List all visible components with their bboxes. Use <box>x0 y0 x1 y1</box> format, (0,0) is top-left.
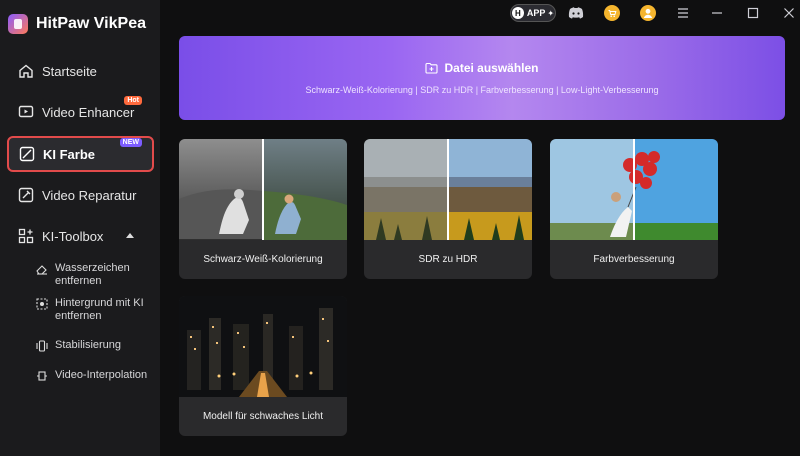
folder-add-icon <box>425 62 439 77</box>
card-label: Farbverbesserung <box>593 254 675 265</box>
banner-title: Datei auswählen <box>179 61 785 77</box>
color-brush-icon <box>19 146 35 162</box>
compare-divider <box>633 139 635 240</box>
interpolation-icon <box>36 370 48 382</box>
app-button[interactable]: H APP ✦ <box>510 4 556 22</box>
brand: HitPaw VikPea <box>8 14 146 34</box>
repair-icon <box>18 187 34 203</box>
card-farbverbesserung[interactable]: Farbverbesserung <box>550 139 718 279</box>
sub-item-label: Wasserzeichen entfernen <box>55 262 130 287</box>
sidebar: HitPaw VikPea Startseite Video Enhancer … <box>0 0 160 456</box>
card-thumbnail <box>179 296 347 397</box>
sidebar-item-video-reparatur[interactable]: Video Reparatur <box>8 178 152 212</box>
minimize-icon[interactable] <box>708 4 726 22</box>
chevron-up-icon[interactable] <box>126 233 134 238</box>
banner-title-text: Datei auswählen <box>444 61 539 75</box>
toolbox-icon <box>18 228 34 244</box>
background-remove-icon <box>36 298 48 310</box>
maximize-icon[interactable] <box>744 4 762 22</box>
app-logo-badge: H <box>511 7 524 19</box>
sidebar-item-startseite[interactable]: Startseite <box>8 54 152 88</box>
compare-divider <box>447 139 449 240</box>
menu-icon[interactable] <box>674 4 692 22</box>
title-bar: H APP ✦ <box>160 0 800 26</box>
close-icon[interactable] <box>780 4 798 22</box>
card-sdr-hdr[interactable]: SDR zu HDR <box>364 139 532 279</box>
hot-badge: Hot <box>124 96 142 105</box>
card-label: Schwarz-Weiß-Kolorierung <box>203 254 323 265</box>
home-icon <box>18 63 34 79</box>
sidebar-item-label: Video Reparatur <box>42 187 137 203</box>
app-logo-icon <box>8 14 28 34</box>
sidebar-item-label: KI Farbe <box>43 146 96 162</box>
sub-item-stabilisierung[interactable]: Stabilisierung <box>36 339 154 352</box>
discord-icon[interactable] <box>566 4 586 22</box>
card-label: Modell für schwaches Licht <box>202 411 324 422</box>
sidebar-item-ki-toolbox[interactable]: KI-Toolbox <box>8 219 152 253</box>
sub-item-label: Hintergrund mit KI entfernen <box>55 297 144 322</box>
video-enhancer-icon <box>18 104 34 120</box>
sub-item-wasserzeichen[interactable]: Wasserzeichen entfernen <box>36 262 154 288</box>
card-thumbnail <box>550 139 718 240</box>
card-label: SDR zu HDR <box>418 254 478 265</box>
app-name: HitPaw VikPea <box>36 15 146 32</box>
sub-item-label: Stabilisierung <box>55 339 122 351</box>
eraser-icon <box>36 263 48 275</box>
file-select-banner[interactable]: Datei auswählen Schwarz-Weiß-Kolorierung… <box>179 36 785 120</box>
app-label: APP <box>526 8 546 18</box>
card-thumbnail <box>364 139 532 240</box>
sub-item-hintergrund[interactable]: Hintergrund mit KI entfernen <box>36 297 154 323</box>
compare-divider <box>262 139 264 240</box>
sub-item-label: Video-Interpolation <box>55 369 148 381</box>
banner-subtitle: Schwarz-Weiß-Kolorierung | SDR zu HDR | … <box>305 85 659 95</box>
sparkle-icon: ✦ <box>547 8 555 18</box>
sub-item-interpolation[interactable]: Video-Interpolation <box>36 369 154 382</box>
sidebar-item-label: KI-Toolbox <box>42 228 104 244</box>
sidebar-item-video-enhancer[interactable]: Video Enhancer Hot <box>8 95 152 129</box>
cart-icon[interactable] <box>602 4 622 22</box>
card-schwarz-weiss[interactable]: Schwarz-Weiß-Kolorierung <box>179 139 347 279</box>
user-avatar-icon[interactable] <box>638 4 658 22</box>
new-badge: NEW <box>119 138 142 147</box>
card-thumbnail <box>179 139 347 240</box>
sidebar-item-label: Video Enhancer <box>42 104 135 120</box>
sidebar-item-ki-farbe[interactable]: KI Farbe NEW <box>7 136 154 172</box>
stabilize-icon <box>36 340 48 352</box>
card-low-light[interactable]: Modell für schwaches Licht <box>179 296 347 436</box>
sidebar-item-label: Startseite <box>42 63 97 79</box>
